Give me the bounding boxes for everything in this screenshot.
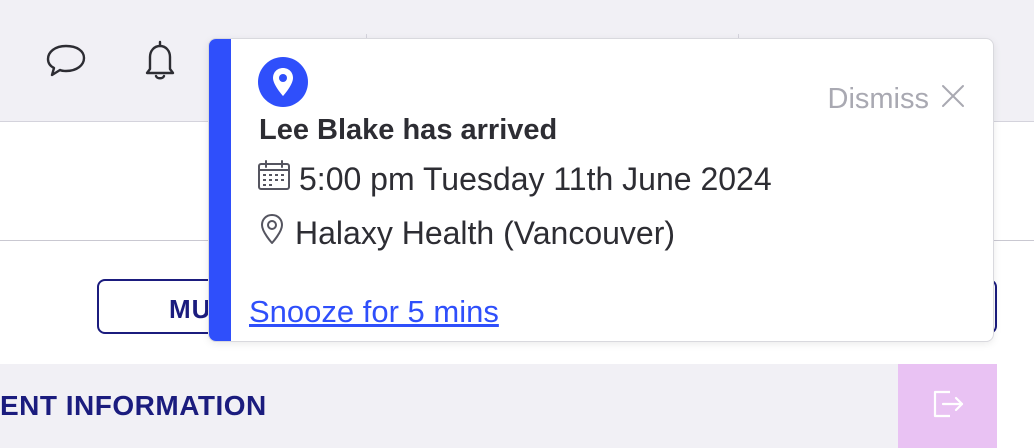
close-icon <box>941 83 965 116</box>
exit-icon <box>930 388 966 425</box>
location-pin-icon <box>258 57 308 107</box>
toast-title: Lee Blake has arrived <box>259 114 558 146</box>
section-title: ENT INFORMATION <box>0 390 267 421</box>
appointment-location-row: Halaxy Health (Vancouver) <box>257 212 675 254</box>
arrival-notification: Dismiss Lee Blake has arrived 5:00 pm Tu… <box>208 38 994 342</box>
section-header: ENT INFORMATION <box>0 364 898 448</box>
chat-bubble-icon[interactable] <box>44 40 88 80</box>
bell-icon[interactable] <box>140 38 180 82</box>
exit-button[interactable] <box>898 364 997 448</box>
dismiss-button[interactable]: Dismiss <box>828 83 966 116</box>
outline-action-button-label: MU <box>169 294 212 324</box>
appointment-datetime-row: 5:00 pm Tuesday 11th June 2024 <box>257 159 772 199</box>
toast-accent-bar <box>209 39 231 341</box>
location-outline-icon <box>257 212 287 254</box>
appointment-datetime: 5:00 pm Tuesday 11th June 2024 <box>299 160 772 197</box>
appointment-location: Halaxy Health (Vancouver) <box>295 214 676 251</box>
dismiss-label: Dismiss <box>827 83 930 115</box>
snooze-link[interactable]: Snooze for 5 mins <box>249 294 499 330</box>
calendar-icon <box>257 159 291 199</box>
